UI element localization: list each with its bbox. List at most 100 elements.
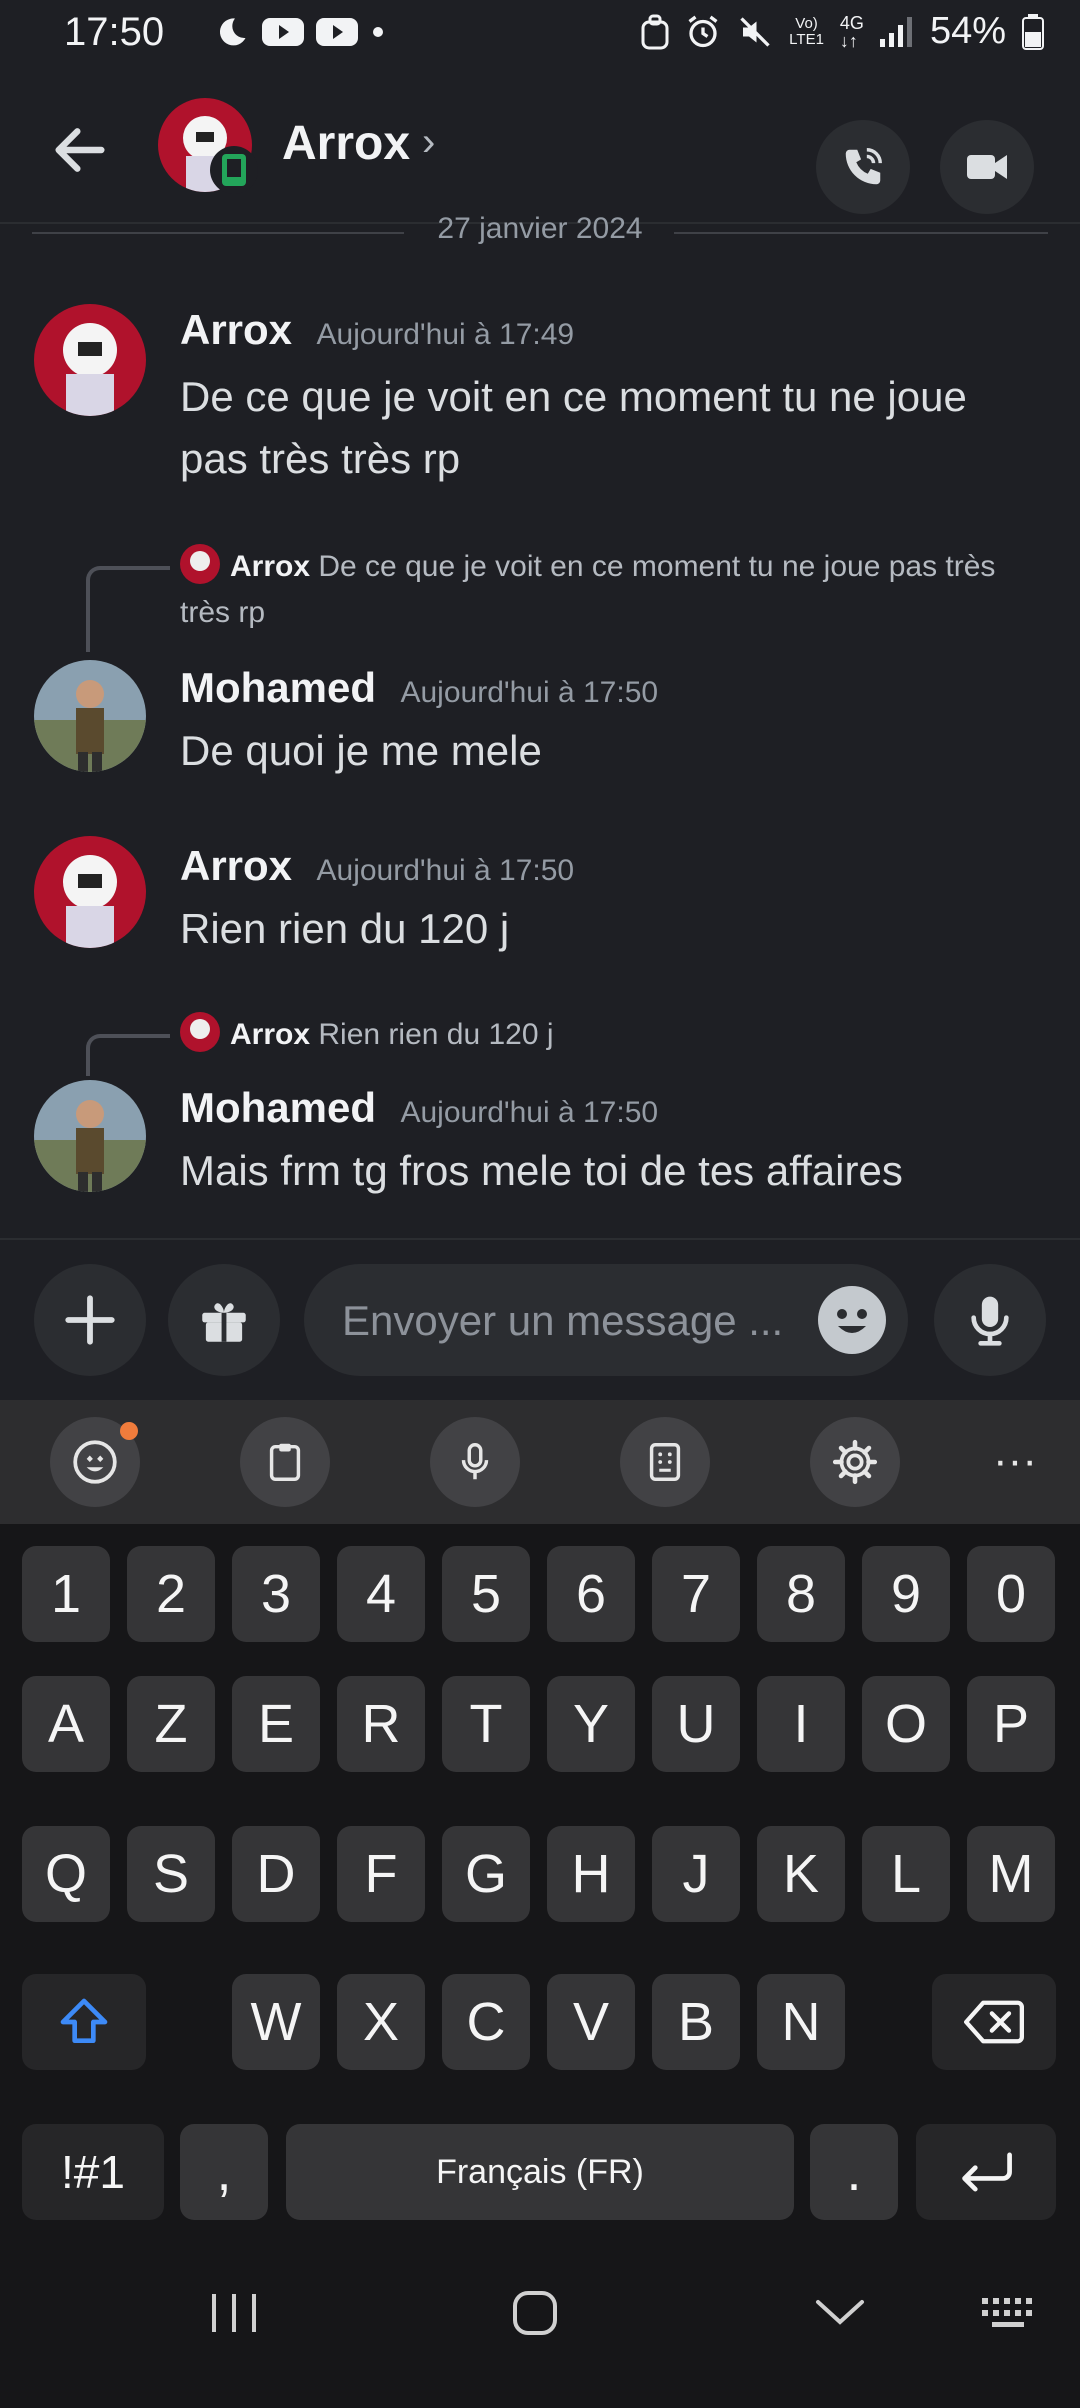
mute-icon <box>740 16 770 47</box>
key-6[interactable]: 6 <box>547 1546 635 1642</box>
hide-keyboard-button[interactable] <box>812 2292 868 2337</box>
message-author[interactable]: Mohamed <box>180 664 376 711</box>
attach-button[interactable] <box>34 1264 146 1376</box>
key-5[interactable]: 5 <box>442 1546 530 1642</box>
message[interactable]: Mohamed Aujourd'hui à 17:50 De quoi je m… <box>0 656 1080 796</box>
key-0[interactable]: 0 <box>967 1546 1055 1642</box>
key-v[interactable]: V <box>547 1974 635 2070</box>
volte-indicator: Vo) LTE1 <box>789 14 824 48</box>
heart-eyes-icon <box>73 1440 117 1484</box>
key-2[interactable]: 2 <box>127 1546 215 1642</box>
key-k[interactable]: K <box>757 1826 845 1922</box>
key-z[interactable]: Z <box>127 1676 215 1772</box>
key-e[interactable]: E <box>232 1676 320 1772</box>
message-text: De ce que je voit en ce moment tu ne jou… <box>180 373 967 482</box>
key-m[interactable]: M <box>967 1826 1055 1922</box>
key-j[interactable]: J <box>652 1826 740 1922</box>
key-q[interactable]: Q <box>22 1826 110 1922</box>
key-c[interactable]: C <box>442 1974 530 2070</box>
reply-preview[interactable]: Arrox Rien rien du 120 j <box>180 1012 1010 1058</box>
symbols-key[interactable]: !#1 <box>22 2124 164 2220</box>
contact-name[interactable]: Arrox <box>282 116 410 171</box>
keypad-button[interactable] <box>620 1417 710 1507</box>
key-t[interactable]: T <box>442 1676 530 1772</box>
shift-key[interactable] <box>22 1974 146 2070</box>
period-key[interactable]: . <box>810 2124 898 2220</box>
video-call-button[interactable] <box>940 120 1034 214</box>
key-u[interactable]: U <box>652 1676 740 1772</box>
key-o[interactable]: O <box>862 1676 950 1772</box>
message-timestamp: Aujourd'hui à 17:50 <box>316 854 575 887</box>
message[interactable]: Mohamed Aujourd'hui à 17:50 Mais frm tg … <box>0 1076 1080 1216</box>
keyboard-toolbar: ··· <box>0 1400 1080 1524</box>
message[interactable]: Arrox Aujourd'hui à 17:49 De ce que je v… <box>0 296 1080 496</box>
youtube-icon <box>316 18 358 46</box>
space-key[interactable]: Français (FR) <box>286 2124 794 2220</box>
key-a[interactable]: A <box>22 1676 110 1772</box>
enter-key[interactable] <box>916 2124 1056 2220</box>
keyboard-icon <box>982 2298 1032 2327</box>
battery-percent: 54% <box>929 10 1006 52</box>
keyboard-switch-button[interactable] <box>980 2294 1036 2339</box>
key-g[interactable]: G <box>442 1826 530 1922</box>
key-l[interactable]: L <box>862 1826 950 1922</box>
battery-icon <box>1022 13 1044 50</box>
key-w[interactable]: W <box>232 1974 320 2070</box>
key-9[interactable]: 9 <box>862 1546 950 1642</box>
backspace-key[interactable] <box>932 1974 1056 2070</box>
reply-preview[interactable]: Arrox De ce que je voit en ce moment tu … <box>180 544 1010 636</box>
message-author[interactable]: Arrox <box>180 306 292 353</box>
more-options-button[interactable]: ··· <box>985 1426 1045 1496</box>
key-p[interactable]: P <box>967 1676 1055 1772</box>
chevron-right-icon[interactable]: › <box>422 120 435 165</box>
date-divider-label: 27 janvier 2024 <box>437 212 643 245</box>
voice-input-button[interactable] <box>430 1417 520 1507</box>
key-f[interactable]: F <box>337 1826 425 1922</box>
settings-button[interactable] <box>810 1417 900 1507</box>
keyboard: 1234567890 AZERTYUIOP QSDFGHJKLM WXCVBN … <box>0 1524 1080 2238</box>
avatar[interactable] <box>34 1080 146 1192</box>
reply-author: Arrox <box>230 550 311 583</box>
message[interactable]: Arrox Aujourd'hui à 17:50 Rien rien du 1… <box>0 834 1080 974</box>
recents-button[interactable] <box>206 2288 262 2343</box>
emoji-button[interactable] <box>818 1286 886 1354</box>
key-4[interactable]: 4 <box>337 1546 425 1642</box>
key-i[interactable]: I <box>757 1676 845 1772</box>
message-input-wrapper[interactable] <box>304 1264 908 1378</box>
key-3[interactable]: 3 <box>232 1546 320 1642</box>
key-r[interactable]: R <box>337 1676 425 1772</box>
home-button[interactable] <box>510 2288 560 2343</box>
key-x[interactable]: X <box>337 1974 425 2070</box>
clipboard-button[interactable] <box>240 1417 330 1507</box>
key-h[interactable]: H <box>547 1826 635 1922</box>
clipboard-icon <box>269 1443 301 1481</box>
message-composer <box>0 1238 1080 1402</box>
voice-message-button[interactable] <box>934 1264 1046 1376</box>
back-button[interactable] <box>48 118 112 182</box>
reply-text: Rien rien du 120 j <box>318 1018 554 1051</box>
key-y[interactable]: Y <box>547 1676 635 1772</box>
key-b[interactable]: B <box>652 1974 740 2070</box>
message-author[interactable]: Arrox <box>180 842 292 889</box>
alarm-icon <box>688 15 718 47</box>
key-n[interactable]: N <box>757 1974 845 2070</box>
comma-key[interactable]: , <box>180 2124 268 2220</box>
keypad-icon <box>649 1443 681 1481</box>
key-7[interactable]: 7 <box>652 1546 740 1642</box>
key-1[interactable]: 1 <box>22 1546 110 1642</box>
message-input[interactable] <box>340 1264 784 1378</box>
status-time: 17:50 <box>64 10 165 54</box>
reply-avatar <box>180 544 220 584</box>
avatar[interactable] <box>34 836 146 948</box>
key-s[interactable]: S <box>127 1826 215 1922</box>
message-author[interactable]: Mohamed <box>180 1084 376 1131</box>
avatar[interactable] <box>34 660 146 772</box>
gift-button[interactable] <box>168 1264 280 1376</box>
key-8[interactable]: 8 <box>757 1546 845 1642</box>
key-d[interactable]: D <box>232 1826 320 1922</box>
voice-call-button[interactable] <box>816 120 910 214</box>
reply-connector <box>86 566 170 652</box>
avatar[interactable] <box>34 304 146 416</box>
recents-icon <box>212 2294 256 2332</box>
moon-icon <box>219 18 246 46</box>
